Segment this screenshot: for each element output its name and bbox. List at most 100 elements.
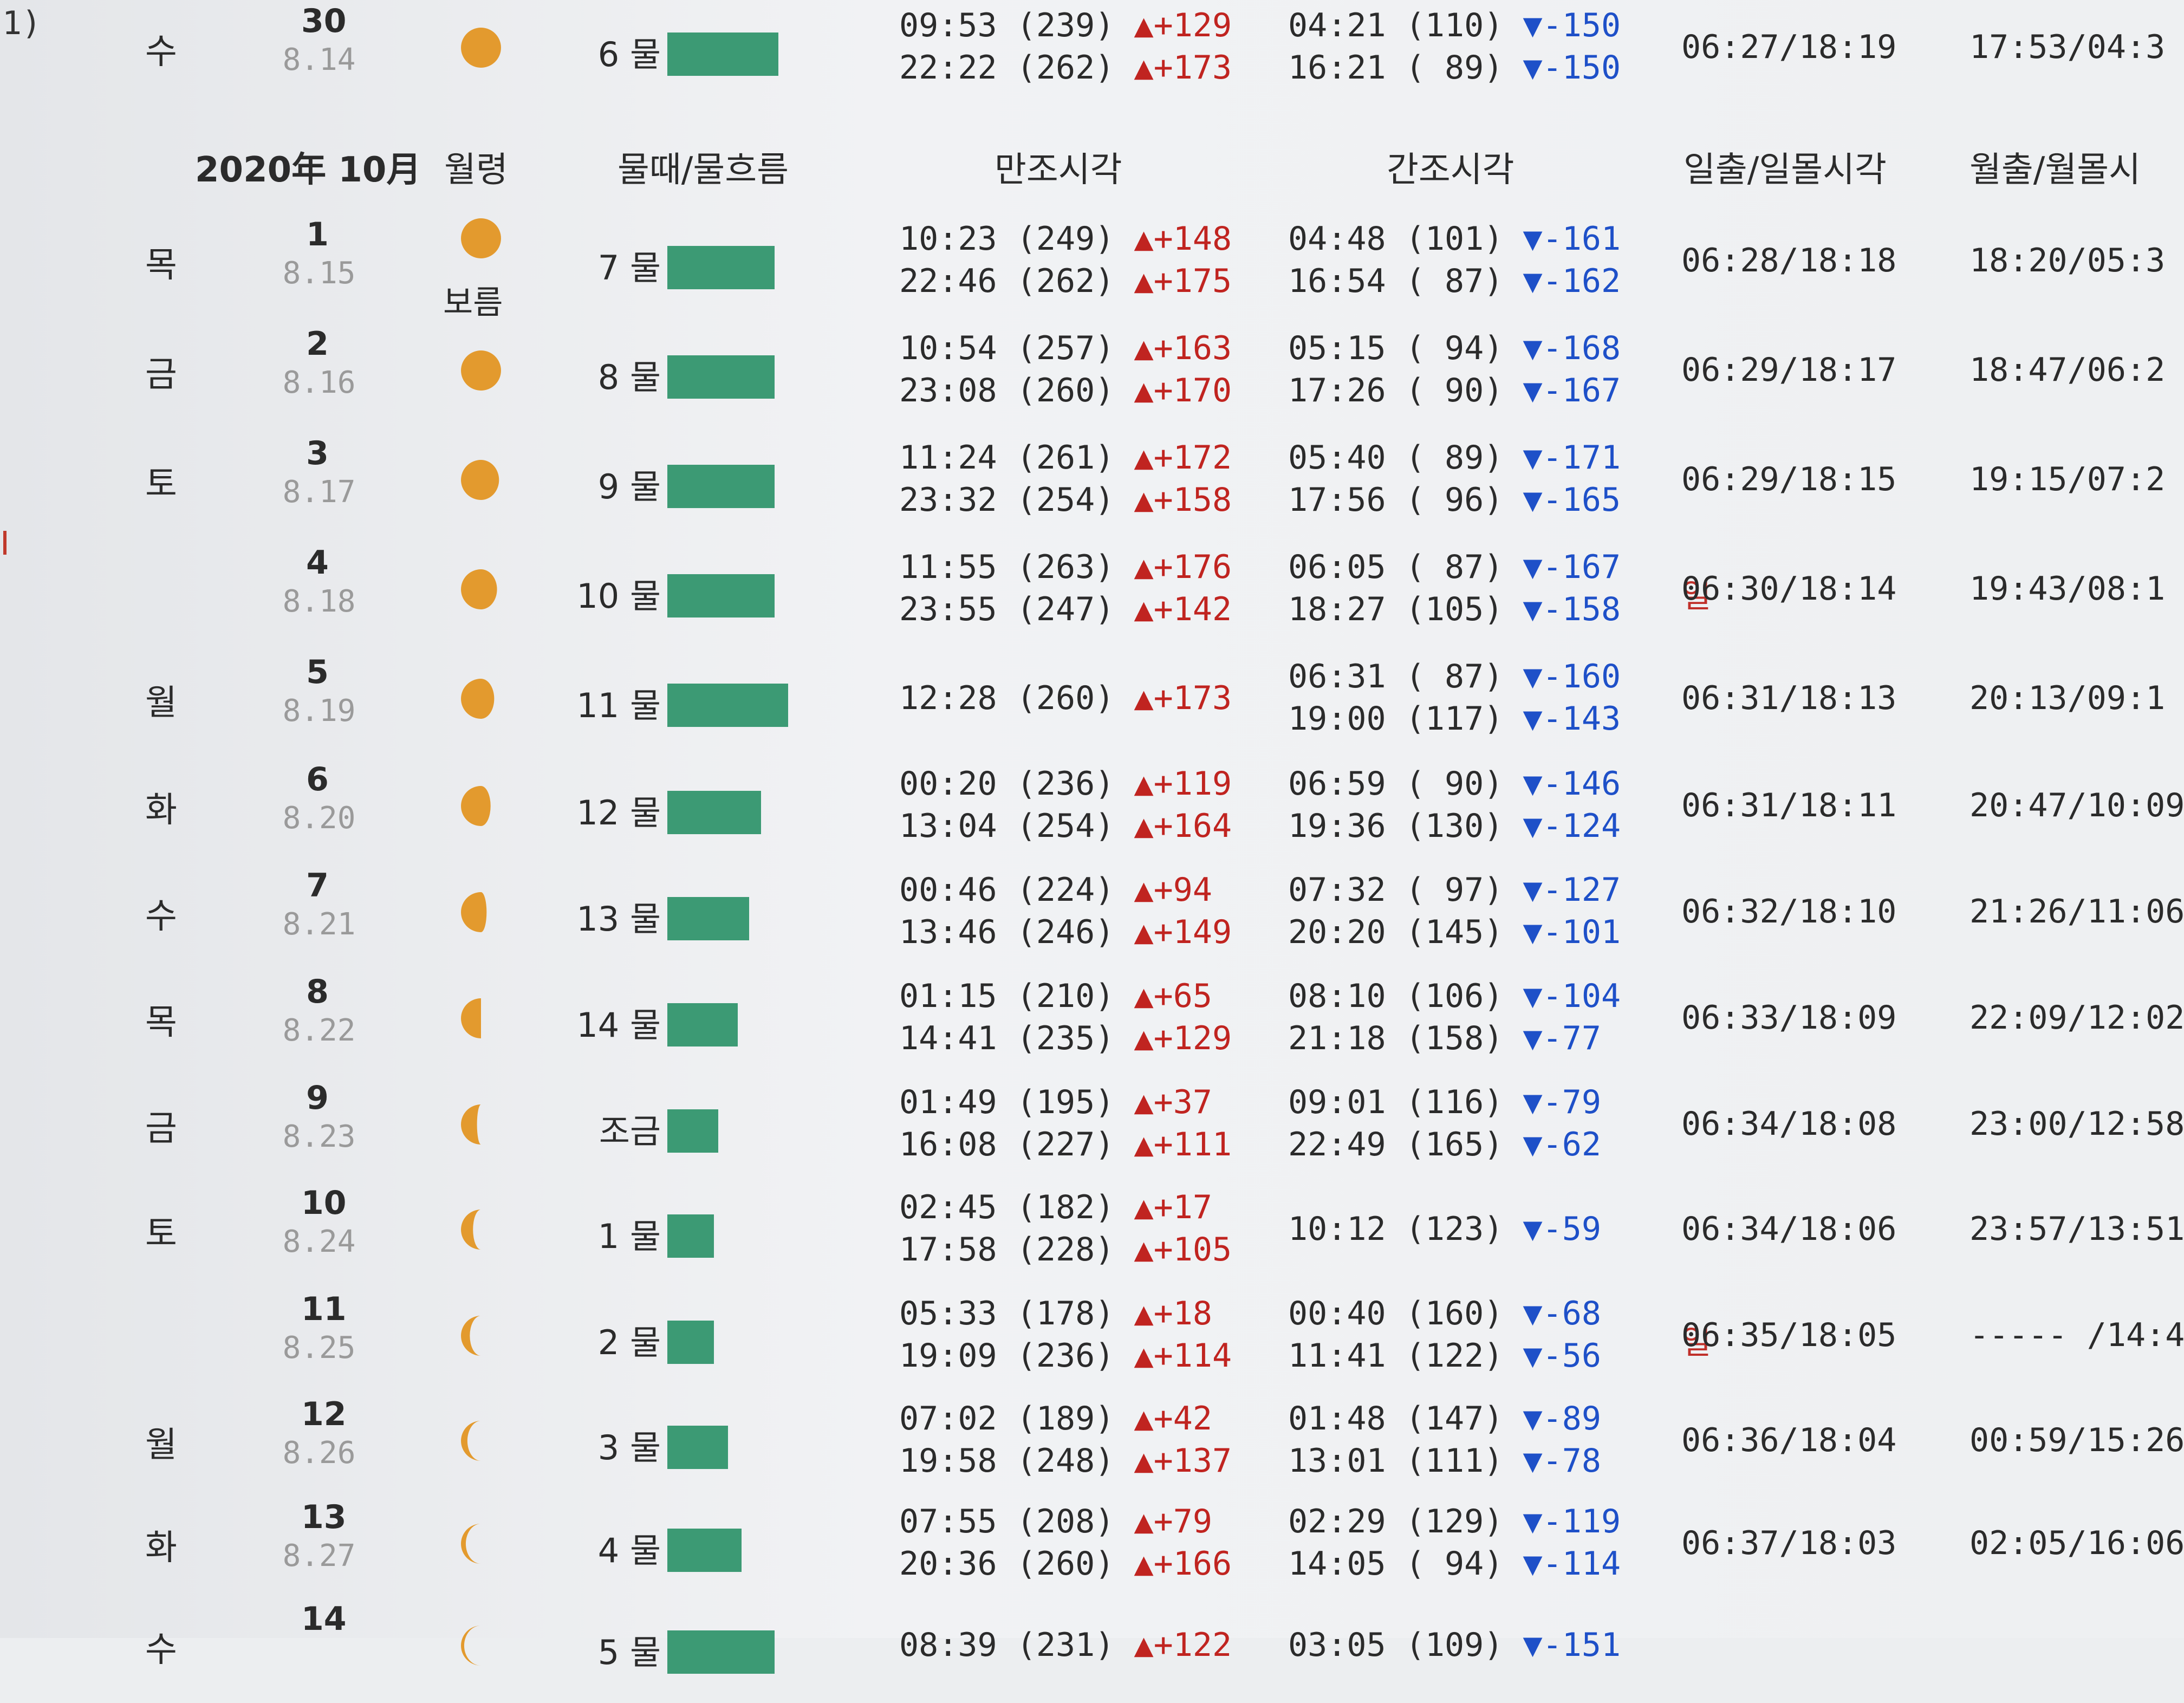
tide-calendar-screen: 1) 수 30 8.14 6 물 09:53 (239) ▲+129 22:22… — [0, 0, 2184, 1674]
lunar-date: 8.19 — [282, 693, 356, 729]
low-tide-time: 02:29 (129) — [1288, 1503, 1523, 1540]
low-tide-diff: ▼-165 — [1523, 481, 1621, 519]
tide-phase: 11 물 — [576, 686, 661, 725]
moon-phase-icon — [461, 350, 501, 391]
low-tide-time: 06:59 ( 90) — [1288, 765, 1523, 803]
low-tide-2: 17:56 ( 96) ▼-165 — [1288, 481, 1621, 519]
high-tide-diff: ▲+142 — [1134, 590, 1232, 628]
weekday: 금 — [145, 1109, 177, 1149]
table-row: 수 14 5 물 08:39 (231) ▲+122 03:05 (109) ▼-151 — [0, 1595, 2184, 1703]
table-row: 일 4 8.18 10 물 11:55 (263) ▲+176 23:55 (247) ▲… — [0, 538, 2184, 647]
high-tide-diff: ▲+122 — [1134, 1626, 1232, 1664]
high-tide-time: 13:46 (246) — [899, 913, 1134, 951]
table-row: 화 6 8.20 12 물 00:20 (236) ▲+119 13:04 (254) ▲… — [0, 755, 2184, 863]
low-tide-time: 03:05 (109) — [1288, 1626, 1523, 1664]
lunar-date: 8.17 — [282, 474, 356, 510]
moonrise-moonset: 23:00/12:58 — [1969, 1105, 2184, 1143]
low-tide-diff: ▼-171 — [1523, 439, 1621, 477]
sunrise-sunset: 06:35/18:05 — [1681, 1316, 1897, 1354]
sunrise-sunset: 06:34/18:08 — [1681, 1105, 1897, 1143]
moon-phase-icon — [461, 1316, 481, 1356]
high-tide-1: 07:02 (189) ▲+42 — [899, 1400, 1212, 1438]
low-tide-time: 09:01 (116) — [1288, 1083, 1523, 1121]
low-tide-1: 00:40 (160) ▼-68 — [1288, 1295, 1601, 1332]
high-tide-time: 05:33 (178) — [899, 1295, 1134, 1332]
table-row: 월 12 8.26 3 물 07:02 (189) ▲+42 19:58 (248) ▲+… — [0, 1390, 2184, 1498]
lunar-date: 8.25 — [282, 1330, 356, 1366]
header-low-tide: 간조시각 — [1387, 150, 1514, 190]
high-tide-2: 16:08 (227) ▲+111 — [899, 1126, 1232, 1164]
low-tide-time: 16:54 ( 87) — [1288, 262, 1523, 300]
low-tide-diff: ▼-158 — [1523, 590, 1621, 628]
weekday: 화 — [145, 790, 177, 830]
tide-phase: 2 물 — [597, 1323, 661, 1362]
tide-phase: 3 물 — [597, 1428, 661, 1467]
high-tide-diff: ▲+163 — [1134, 329, 1232, 367]
high-tide-diff: ▲+42 — [1134, 1400, 1212, 1438]
high-tide-diff: ▲+148 — [1134, 220, 1232, 258]
moon-phase-icon — [461, 460, 499, 500]
tide-strength-bar — [667, 574, 775, 618]
low-tide-time: 01:48 (147) — [1288, 1400, 1523, 1438]
low-tide-diff: ▼-62 — [1523, 1126, 1601, 1164]
tide-phase: 4 물 — [597, 1531, 661, 1570]
high-tide-diff: ▲+18 — [1134, 1295, 1212, 1332]
high-tide-1: 02:45 (182) ▲+17 — [899, 1188, 1212, 1226]
low-tide-diff: ▼-119 — [1523, 1503, 1621, 1540]
low-tide-diff: ▼-104 — [1523, 977, 1621, 1015]
low-tide-time: 21:18 (158) — [1288, 1019, 1523, 1057]
table-row: 금 9 8.23 조금 01:49 (195) ▲+37 16:08 (227) ▲+11… — [0, 1074, 2184, 1182]
header-moon: 월출/월몰시 — [1969, 150, 2141, 190]
low-tide-2: 20:20 (145) ▼-101 — [1288, 913, 1621, 951]
low-tide-1: 06:59 ( 90) ▼-146 — [1288, 765, 1621, 803]
moon-phase-icon — [461, 1524, 481, 1564]
low-tide-1: 06:31 ( 87) ▼-160 — [1288, 658, 1621, 696]
high-tide-diff: ▲+129 — [1134, 1019, 1232, 1057]
high-tide-time: 23:32 (254) — [899, 481, 1134, 519]
tide-phase: 14 물 — [576, 1005, 661, 1045]
low-tide-1: 01:48 (147) ▼-89 — [1288, 1400, 1601, 1438]
low-tide-2: 14:05 ( 94) ▼-114 — [1288, 1545, 1621, 1583]
weekday: 목 — [145, 245, 177, 285]
high-tide-1: 09:53 (239) ▲+129 — [899, 6, 1232, 44]
low-tide-time: 04:48 (101) — [1288, 220, 1523, 258]
low-tide-2: 19:00 (117) ▼-143 — [1288, 700, 1621, 738]
moonrise-moonset: 21:26/11:06 — [1969, 893, 2184, 931]
high-tide-time: 17:58 (228) — [899, 1231, 1134, 1269]
low-tide-diff: ▼-114 — [1523, 1545, 1621, 1583]
weekday: 토 — [145, 464, 177, 504]
low-tide-time: 00:40 (160) — [1288, 1295, 1523, 1332]
moon-phase-icon — [461, 1210, 481, 1250]
low-tide-time: 13:01 (111) — [1288, 1442, 1523, 1480]
low-tide-2: 19:36 (130) ▼-124 — [1288, 807, 1621, 845]
header-high-tide: 만조시각 — [994, 150, 1122, 190]
tide-strength-bar — [667, 897, 749, 940]
high-tide-time: 00:20 (236) — [899, 765, 1134, 803]
day-number: 12 — [301, 1395, 347, 1433]
high-tide-diff: ▲+137 — [1134, 1442, 1232, 1480]
table-row: 일 11 8.25 2 물 05:33 (178) ▲+18 19:09 (236) ▲+… — [0, 1285, 2184, 1393]
high-tide-time: 19:58 (248) — [899, 1442, 1134, 1480]
high-tide-2: 14:41 (235) ▲+129 — [899, 1019, 1232, 1057]
high-tide-1: 00:46 (224) ▲+94 — [899, 871, 1212, 909]
low-tide-time: 07:32 ( 97) — [1288, 871, 1523, 909]
high-tide-diff: ▲+166 — [1134, 1545, 1232, 1583]
tide-phase: 13 물 — [576, 899, 661, 939]
moonrise-moonset: 02:05/16:06 — [1969, 1524, 2184, 1562]
sunrise-sunset: 06:37/18:03 — [1681, 1524, 1897, 1562]
moonrise-moonset: 17:53/04:3 — [1969, 28, 2166, 66]
moon-phase-icon — [461, 679, 495, 719]
header-moon-age: 월령 — [444, 150, 508, 190]
tide-strength-bar — [667, 1630, 775, 1674]
moon-phase-icon — [461, 1104, 481, 1145]
low-tide-time: 19:36 (130) — [1288, 807, 1523, 845]
high-tide-1: 11:55 (263) ▲+176 — [899, 548, 1232, 586]
low-tide-time: 06:31 ( 87) — [1288, 658, 1523, 696]
header-sun: 일출/일몰시각 — [1683, 150, 1887, 190]
high-tide-diff: ▲+114 — [1134, 1337, 1232, 1375]
moon-phase-icon — [461, 892, 487, 932]
lunar-date: 8.20 — [282, 801, 356, 836]
low-tide-diff: ▼-79 — [1523, 1083, 1601, 1121]
low-tide-time: 22:49 (165) — [1288, 1126, 1523, 1164]
weekday: 월 — [145, 683, 177, 723]
